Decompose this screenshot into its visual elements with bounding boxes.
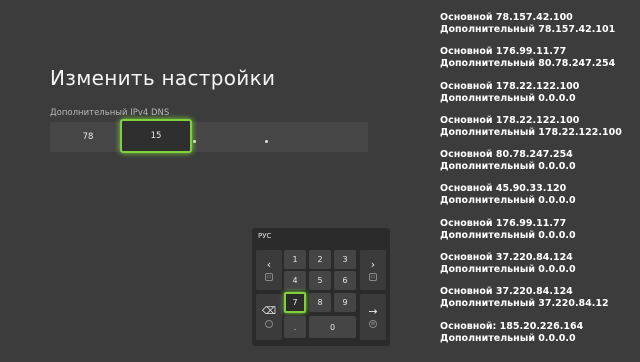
- dns-secondary: Дополнительный 0.0.0.0: [440, 229, 576, 241]
- rb-bumper-hint-icon: ▭: [368, 273, 378, 281]
- dns-secondary: Дополнительный 78.157.42.101: [440, 24, 616, 35]
- key-5[interactable]: 5: [309, 271, 331, 290]
- ip-octet-1[interactable]: 78: [50, 122, 126, 152]
- dns-secondary: Дополнительный 80.78.247.254: [440, 58, 616, 70]
- ipv4-input-row: 78 15: [50, 119, 368, 153]
- dns-entry: Основной 37.220.84.124 Дополнительный 0.…: [440, 252, 640, 286]
- dns-field-label: Дополнительный IPv4 DNS: [50, 108, 170, 118]
- dns-entry: Основной 178.22.122.100 Дополнительный 0…: [440, 81, 640, 115]
- key-9[interactable]: 9: [334, 293, 356, 312]
- dns-server-list: Основной 78.157.42.100 Дополнительный 78…: [440, 12, 640, 355]
- dns-entry: Основной: 185.20.226.164 Дополнительный …: [440, 321, 640, 355]
- dns-primary: Основной: 185.20.226.164: [440, 320, 584, 332]
- on-screen-keyboard: РУС ‹ ▭ ⌫ · 1 2 3 4 5 6 7 8 9 . 0 › ▭ → …: [252, 228, 390, 346]
- key-2[interactable]: 2: [309, 250, 331, 269]
- key-1[interactable]: 1: [284, 250, 306, 269]
- chevron-right-icon: ›: [370, 258, 376, 271]
- ip-octet-3[interactable]: [200, 122, 276, 152]
- octet-separator-dot: [265, 140, 268, 143]
- dns-primary: Основной 37.220.84.124: [440, 252, 573, 264]
- dns-primary: Основной 178.22.122.100: [440, 114, 580, 126]
- dns-primary: Основной 37.220.84.124: [440, 286, 573, 298]
- cursor-right-button[interactable]: › ▭: [360, 250, 386, 290]
- page-title: Изменить настройки: [50, 66, 276, 90]
- lb-bumper-hint-icon: ▭: [264, 273, 274, 281]
- dns-entry: Основной 37.220.84.124 Дополнительный 37…: [440, 286, 640, 320]
- key-4[interactable]: 4: [284, 271, 306, 290]
- backspace-icon: ⌫: [261, 306, 277, 317]
- ip-octet-2-focused[interactable]: 15: [120, 119, 192, 153]
- dns-primary: Основной 176.99.11.77: [440, 46, 567, 58]
- enter-arrow-icon: →: [368, 305, 378, 318]
- dns-entry: Основной 80.78.247.254 Дополнительный 0.…: [440, 149, 640, 183]
- dns-secondary: Дополнительный 0.0.0.0: [440, 195, 576, 207]
- backspace-button[interactable]: ⌫ ·: [256, 294, 282, 340]
- dns-secondary: Дополнительный 178.22.122.100: [440, 126, 622, 138]
- dns-secondary: Дополнительный 37.220.84.12: [440, 298, 609, 310]
- dns-secondary: Дополнительный 0.0.0.0: [440, 92, 576, 104]
- dns-primary: Основной 178.22.122.100: [440, 80, 580, 92]
- chevron-left-icon: ‹: [266, 258, 272, 271]
- dns-entry: Основной 78.157.42.100 Дополнительный 78…: [440, 12, 640, 46]
- key-6[interactable]: 6: [334, 271, 356, 290]
- dns-primary: Основной 176.99.11.77: [440, 217, 567, 229]
- dns-primary: Основной 78.157.42.100: [440, 12, 573, 23]
- dns-primary: Основной 45.90.33.120: [440, 183, 567, 195]
- dns-entry: Основной 176.99.11.77 Дополнительный 0.0…: [440, 218, 640, 252]
- dns-secondary: Дополнительный 0.0.0.0: [440, 161, 576, 173]
- key-0[interactable]: 0: [309, 316, 356, 338]
- ip-octet-4[interactable]: [280, 122, 356, 152]
- x-button-hint-icon: ·: [265, 320, 273, 328]
- enter-button[interactable]: → ≡: [360, 294, 386, 340]
- menu-button-hint-icon: ≡: [369, 320, 377, 328]
- dns-secondary: Дополнительный 0.0.0.0: [440, 264, 576, 276]
- key-dot[interactable]: .: [284, 316, 306, 338]
- dns-secondary: Дополнительный 0.0.0.0: [440, 332, 576, 344]
- octet-separator-dot: [193, 140, 196, 143]
- dns-entry: Основной 45.90.33.120 Дополнительный 0.0…: [440, 183, 640, 217]
- dns-entry: Основной 178.22.122.100 Дополнительный 1…: [440, 115, 640, 149]
- key-7-focused[interactable]: 7: [284, 292, 306, 313]
- key-8[interactable]: 8: [309, 293, 331, 312]
- keyboard-language-label: РУС: [258, 232, 272, 240]
- dns-primary: Основной 80.78.247.254: [440, 149, 573, 161]
- cursor-left-button[interactable]: ‹ ▭: [256, 250, 282, 290]
- dns-entry: Основной 176.99.11.77 Дополнительный 80.…: [440, 46, 640, 80]
- key-3[interactable]: 3: [334, 250, 356, 269]
